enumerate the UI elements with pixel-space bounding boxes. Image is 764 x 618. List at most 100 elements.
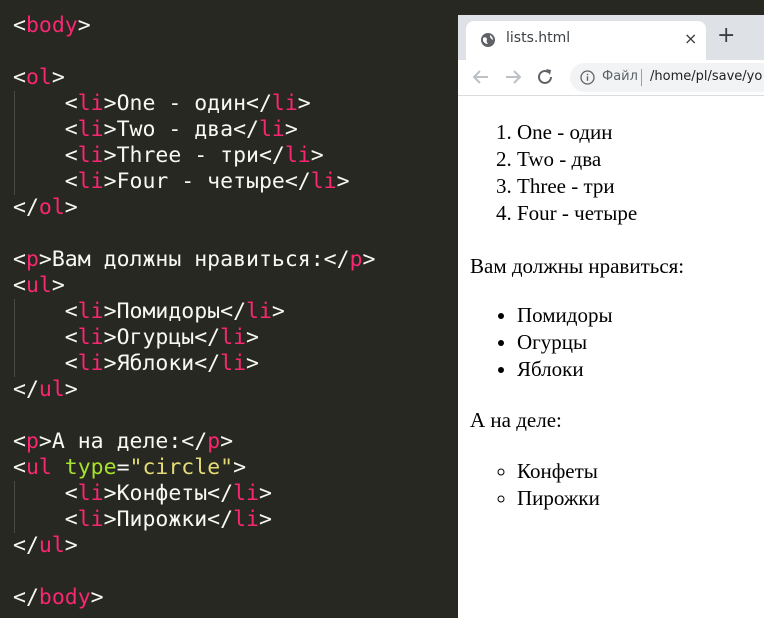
indent-guide: [14, 481, 15, 533]
code-token: >А на деле:</: [38, 429, 208, 454]
back-arrow-icon[interactable]: [470, 66, 492, 88]
code-token: >One - один</: [103, 91, 272, 116]
code-token: >Four - четыре</: [103, 169, 311, 194]
code-token: li: [77, 143, 104, 168]
browser-toolbar: Файл /home/pl/save/yo: [458, 60, 764, 96]
code-token: >: [271, 299, 285, 324]
code-token: >: [310, 143, 324, 168]
code-token: >Two - два</: [103, 117, 259, 142]
code-token: ul: [25, 455, 52, 480]
reload-icon[interactable]: [534, 66, 556, 88]
code-token: li: [220, 325, 247, 350]
paragraph: А на деле:: [470, 408, 562, 432]
code-line: <li>Three - три</li>: [13, 143, 458, 169]
list-item: Огурцы: [517, 329, 613, 356]
unordered-list-disc: ПомидорыОгурцыЯблоки: [458, 302, 613, 383]
code-token: >Вам должны нравиться:</: [38, 247, 350, 272]
indent-guide: [14, 91, 15, 195]
code-token: >: [51, 273, 65, 298]
code-token: >: [90, 585, 104, 610]
code-line: </body>: [13, 585, 458, 611]
code-line: <li>Помидоры</li>: [13, 299, 458, 325]
list-item: Two - два: [517, 146, 637, 173]
code-line: <li>Пирожки</li>: [13, 507, 458, 533]
code-token: body: [38, 585, 91, 610]
code-token: >: [246, 351, 259, 376]
code-line: <ol>: [13, 65, 458, 91]
code-token: li: [233, 481, 259, 506]
indent-guide: [14, 299, 15, 377]
code-token: >: [64, 533, 78, 558]
list-item: Помидоры: [517, 302, 613, 329]
code-token: >: [246, 325, 259, 350]
code-token: p: [25, 429, 39, 454]
code-line: <ul>: [13, 273, 458, 299]
divider: [641, 69, 642, 86]
code-token: li: [233, 507, 259, 532]
new-tab-button[interactable]: +: [717, 25, 735, 47]
code-token: li: [271, 91, 298, 116]
code-token: "circle": [129, 455, 234, 480]
list-item: Three - три: [517, 173, 637, 200]
code-token: >: [284, 117, 298, 142]
code-token: >Пирожки</: [103, 507, 234, 532]
code-token: li: [77, 507, 104, 532]
code-token: >: [362, 247, 376, 272]
close-icon[interactable]: ×: [684, 29, 697, 49]
code-token: </: [13, 585, 39, 610]
code-token: >: [336, 169, 350, 194]
info-icon[interactable]: [580, 70, 595, 85]
code-token: body: [25, 13, 78, 38]
tab-lists-html[interactable]: lists.html ×: [466, 21, 706, 60]
code-token: >Яблоки</: [103, 351, 221, 376]
code-token: p: [25, 247, 39, 272]
code-token: li: [246, 299, 272, 324]
code-token: li: [310, 169, 337, 194]
code-token: <: [13, 13, 26, 38]
code-token: p: [207, 429, 221, 454]
code-token: ol: [25, 65, 52, 90]
code-token: li: [284, 143, 311, 168]
code-token: <: [13, 351, 78, 376]
code-token: li: [77, 117, 104, 142]
code-line: <li>Two - два</li>: [13, 117, 458, 143]
code-line: <li>One - один</li>: [13, 91, 458, 117]
code-token: >Конфеты</: [103, 481, 234, 506]
code-token: >: [297, 91, 311, 116]
code-token: >Огурцы</: [103, 325, 221, 350]
code-token: p: [349, 247, 363, 272]
code-token: <: [13, 455, 26, 480]
url-text: /home/pl/save/yo: [650, 69, 763, 84]
code-line: </ol>: [13, 195, 458, 221]
code-token: <: [13, 481, 78, 506]
code-token: li: [77, 299, 104, 324]
code-lines: <body> <ol> <li>One - один</li> <li>Two -…: [13, 13, 458, 611]
code-token: <: [13, 429, 26, 454]
code-token: <: [13, 325, 78, 350]
code-line: <p>А на деле:</p>: [13, 429, 458, 455]
code-line: </ul>: [13, 377, 458, 403]
code-token: <: [13, 273, 26, 298]
code-token: >: [258, 507, 272, 532]
code-token: >: [220, 429, 234, 454]
code-token: >Three - три</: [103, 143, 285, 168]
code-token: >: [64, 377, 78, 402]
code-token: >: [258, 481, 272, 506]
code-token: <: [13, 65, 26, 90]
code-token: <: [13, 507, 78, 532]
code-token: >: [64, 195, 78, 220]
code-token: >Помидоры</: [103, 299, 247, 324]
address-bar[interactable]: Файл /home/pl/save/yo: [570, 63, 764, 92]
code-line: <body>: [13, 13, 458, 39]
code-editor[interactable]: <body> <ol> <li>One - один</li> <li>Two -…: [0, 0, 458, 618]
code-token: </: [13, 377, 39, 402]
tab-title: lists.html: [506, 30, 571, 46]
code-token: >: [77, 13, 91, 38]
code-token: ul: [38, 377, 65, 402]
forward-arrow-icon[interactable]: [502, 66, 524, 88]
